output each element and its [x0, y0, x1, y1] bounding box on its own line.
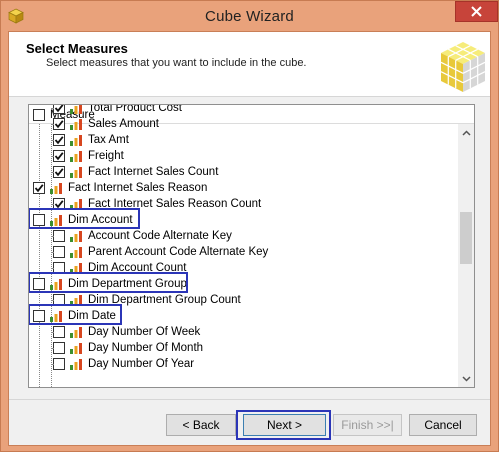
measure-bar-chart-icon	[70, 327, 82, 338]
measure-label: Tax Amt	[88, 134, 129, 146]
measure-bar-chart-icon	[50, 183, 62, 194]
measure-checkbox[interactable]	[53, 358, 65, 370]
wizard-window: Cube Wizard Select Measures Select measu…	[0, 0, 499, 452]
close-icon	[471, 6, 482, 17]
measure-checkbox[interactable]	[53, 134, 65, 146]
cancel-button[interactable]: Cancel	[409, 414, 477, 436]
annotation-highlight-box	[29, 208, 141, 229]
measure-label: Total Product Cost	[88, 104, 182, 114]
tree-measure-row[interactable]: Sales Amount	[53, 116, 159, 132]
wizard-header: Select Measures Select measures that you…	[9, 32, 490, 97]
scroll-thumb[interactable]	[460, 212, 472, 264]
tree-connector	[51, 108, 53, 109]
measure-checkbox[interactable]	[53, 150, 65, 162]
measure-label: Fact Internet Sales Count	[88, 166, 219, 178]
checkmark-icon	[54, 120, 64, 129]
checkmark-icon	[34, 184, 44, 193]
measure-bar-chart-icon	[70, 247, 82, 258]
tree-measure-row[interactable]: Freight	[53, 148, 124, 164]
scroll-up-button[interactable]	[458, 124, 474, 141]
measure-label: Parent Account Code Alternate Key	[88, 246, 269, 258]
tree-measure-row[interactable]: Tax Amt	[53, 132, 129, 148]
tree-connector	[51, 172, 53, 173]
tree-group-row[interactable]: Fact Internet Sales Reason	[33, 180, 207, 196]
tree-measure-row[interactable]: Account Code Alternate Key	[53, 228, 232, 244]
measure-label: Account Code Alternate Key	[88, 230, 232, 242]
measure-bar-chart-icon	[70, 343, 82, 354]
footer-divider	[9, 399, 490, 400]
measure-label: Freight	[88, 150, 124, 162]
tree-connector	[51, 332, 53, 333]
tree-connector	[51, 236, 53, 237]
measure-bar-chart-icon	[70, 151, 82, 162]
tree-guide-line	[39, 124, 40, 387]
tree-connector	[51, 348, 53, 349]
page-subtitle: Select measures that you want to include…	[46, 57, 307, 69]
checkmark-icon	[54, 105, 64, 113]
measure-checkbox[interactable]	[33, 182, 45, 194]
measure-checkbox[interactable]	[53, 326, 65, 338]
annotation-highlight-box	[29, 272, 188, 293]
tree-connector	[51, 140, 53, 141]
tree-connector	[51, 364, 53, 365]
wizard-body: Select Measures Select measures that you…	[8, 31, 491, 446]
window-title: Cube Wizard	[205, 8, 294, 25]
measure-label: Sales Amount	[88, 118, 159, 130]
tree-connector	[51, 124, 53, 125]
tree-connector	[51, 204, 53, 205]
close-button[interactable]	[455, 1, 498, 22]
tree-connector	[51, 252, 53, 253]
measure-bar-chart-icon	[70, 167, 82, 178]
scroll-down-button[interactable]	[458, 370, 474, 387]
vertical-scrollbar[interactable]	[458, 124, 474, 387]
tree-measure-row[interactable]: Parent Account Code Alternate Key	[53, 244, 268, 260]
measure-label: Fact Internet Sales Reason	[68, 182, 208, 194]
chevron-down-icon	[461, 375, 471, 382]
measure-bar-chart-icon	[70, 119, 82, 130]
measure-checkbox[interactable]	[53, 166, 65, 178]
measure-label: Day Number Of Year	[88, 358, 195, 370]
chevron-up-icon	[461, 129, 471, 136]
checkmark-icon	[54, 168, 64, 177]
measure-bar-chart-icon	[70, 135, 82, 146]
measures-tree-list[interactable]: Measure Total Product Cost Sales Amount Ta…	[28, 104, 475, 388]
measure-checkbox[interactable]	[53, 105, 65, 114]
title-bar: Cube Wizard	[1, 1, 498, 31]
tree-connector	[51, 268, 53, 269]
tree-measure-row[interactable]: Fact Internet Sales Count	[53, 164, 218, 180]
tree-connector	[51, 300, 53, 301]
measure-bar-chart-icon	[70, 105, 82, 114]
annotation-highlight-box	[29, 304, 122, 325]
tree-measure-row[interactable]: Total Product Cost	[53, 104, 182, 116]
tree-measure-row[interactable]: Day Number Of Year	[53, 356, 194, 372]
tree-measure-row[interactable]: Day Number Of Month	[53, 340, 203, 356]
select-all-checkbox[interactable]	[33, 109, 45, 121]
measure-checkbox[interactable]	[53, 342, 65, 354]
finish-button[interactable]: Finish >>|	[333, 414, 402, 436]
measure-bar-chart-icon	[70, 359, 82, 370]
page-title: Select Measures	[26, 41, 128, 56]
measure-checkbox[interactable]	[53, 246, 65, 258]
cube-illustration-icon	[440, 42, 486, 92]
tree-measure-row[interactable]: Day Number Of Week	[53, 324, 200, 340]
measure-bar-chart-icon	[70, 231, 82, 242]
checkmark-icon	[54, 152, 64, 161]
measure-label: Day Number Of Month	[88, 342, 204, 354]
checkmark-icon	[54, 136, 64, 145]
measure-label: Day Number Of Week	[88, 326, 201, 338]
measure-checkbox[interactable]	[53, 118, 65, 130]
back-button[interactable]: < Back	[166, 414, 236, 436]
next-button-highlight	[236, 410, 331, 440]
tree-connector	[51, 156, 53, 157]
measure-checkbox[interactable]	[53, 230, 65, 242]
